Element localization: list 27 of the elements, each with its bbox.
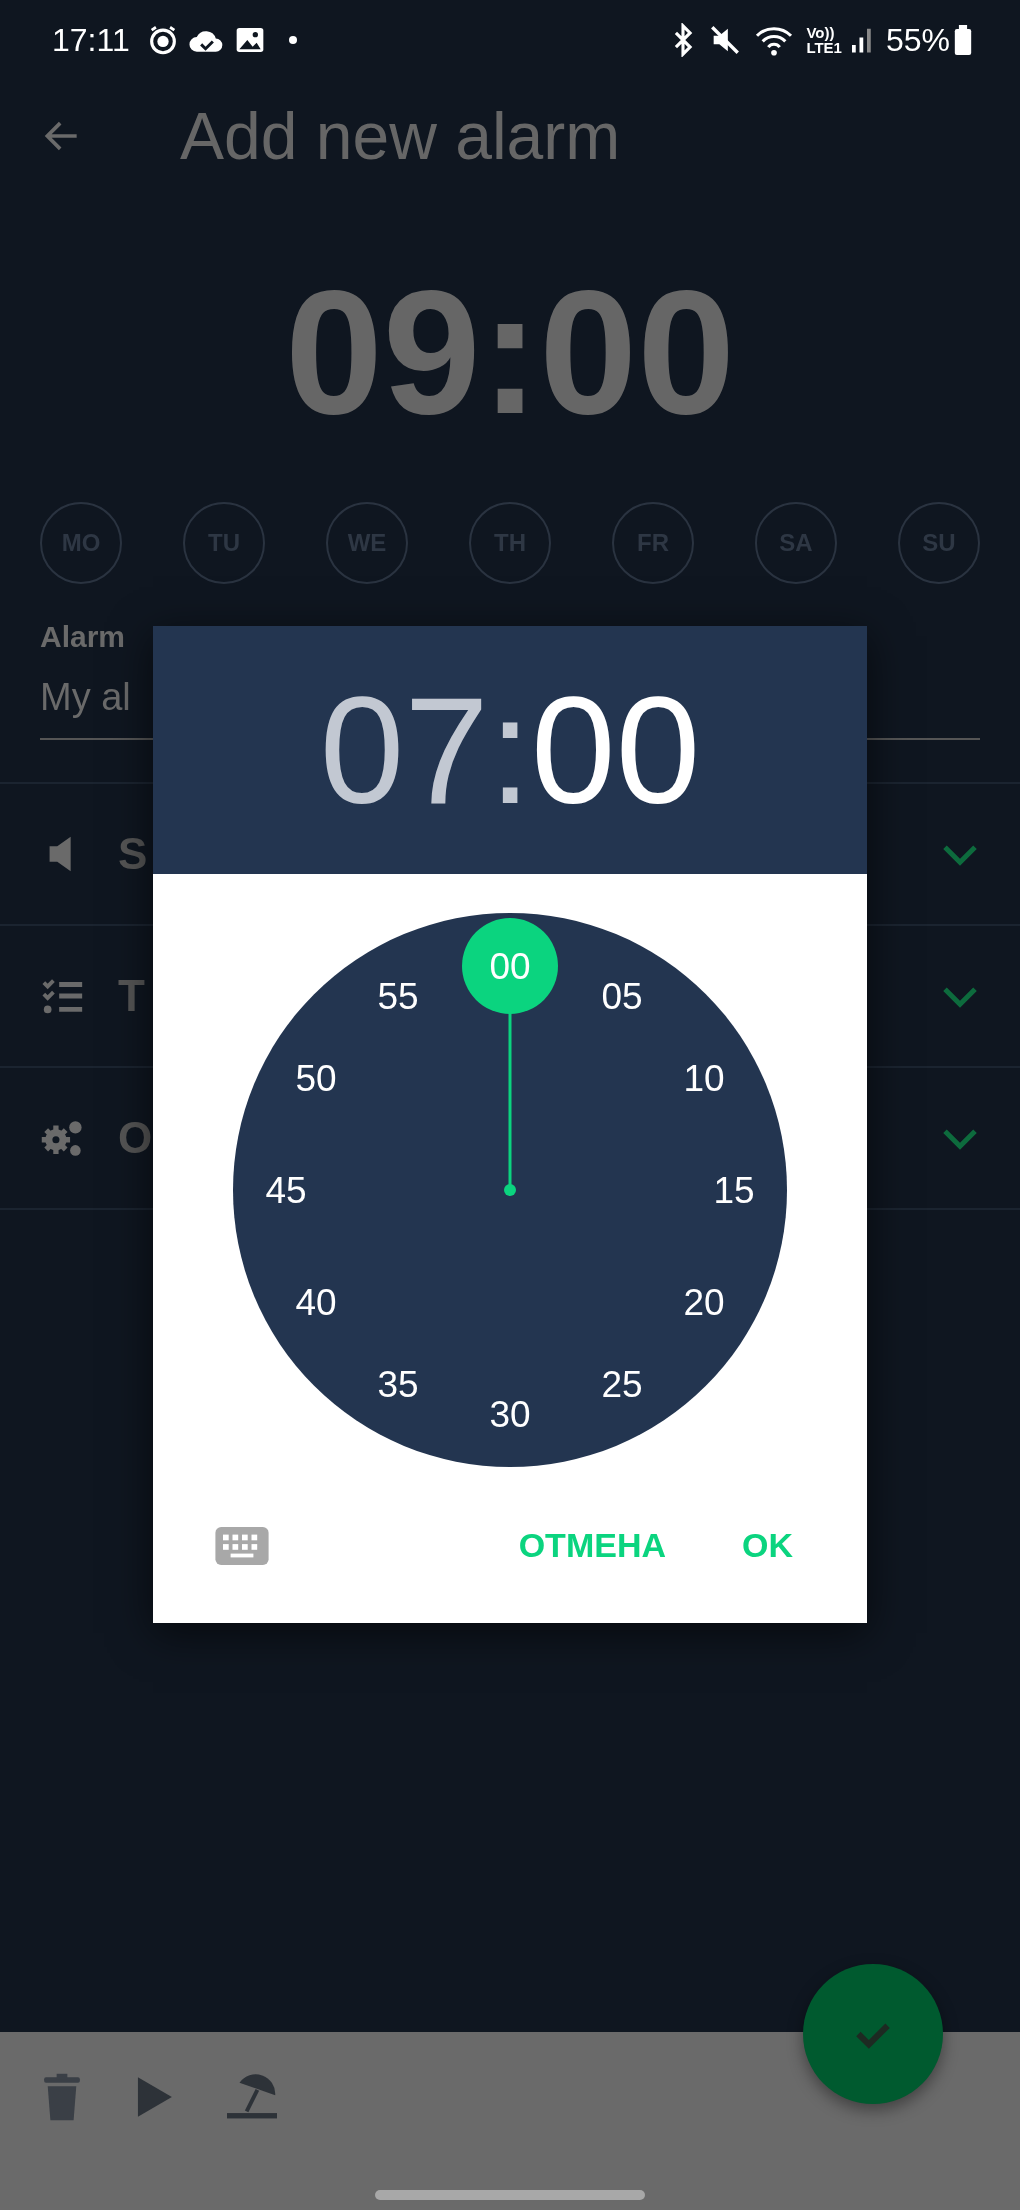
battery-icon <box>954 25 972 55</box>
network-label: Vo)) <box>806 25 836 40</box>
dial-number[interactable]: 40 <box>295 1282 337 1323</box>
dial-number[interactable]: 50 <box>295 1058 337 1099</box>
keyboard-icon[interactable] <box>215 1526 269 1565</box>
dot-icon <box>287 35 298 45</box>
dial-number[interactable]: 15 <box>713 1170 755 1211</box>
dial-number[interactable]: 55 <box>377 976 419 1017</box>
alarm-time: 09:00 <box>283 264 737 440</box>
dial-number[interactable]: 05 <box>601 976 643 1017</box>
hour-display[interactable]: 07 <box>319 674 489 826</box>
minute-display[interactable]: 00 <box>531 674 701 826</box>
section-title: S <box>118 828 148 880</box>
page-title: Add new alarm <box>180 97 621 175</box>
battery-level: 55% <box>885 21 950 60</box>
time-separator: : <box>488 674 532 826</box>
dial-number[interactable]: 20 <box>683 1282 725 1323</box>
section-title: O <box>118 1112 153 1164</box>
dial-number[interactable]: 30 <box>489 1394 531 1435</box>
dial-number[interactable]: 10 <box>683 1058 725 1099</box>
dial-number[interactable]: 25 <box>601 1364 643 1405</box>
network-label: LTE1 <box>806 40 842 55</box>
dial-number[interactable]: 45 <box>265 1170 307 1211</box>
field-label: Alarm <box>40 619 127 655</box>
dial-number[interactable]: 35 <box>377 1364 419 1405</box>
clock-time: 17:11 <box>52 21 130 60</box>
section-title: T <box>118 970 145 1022</box>
